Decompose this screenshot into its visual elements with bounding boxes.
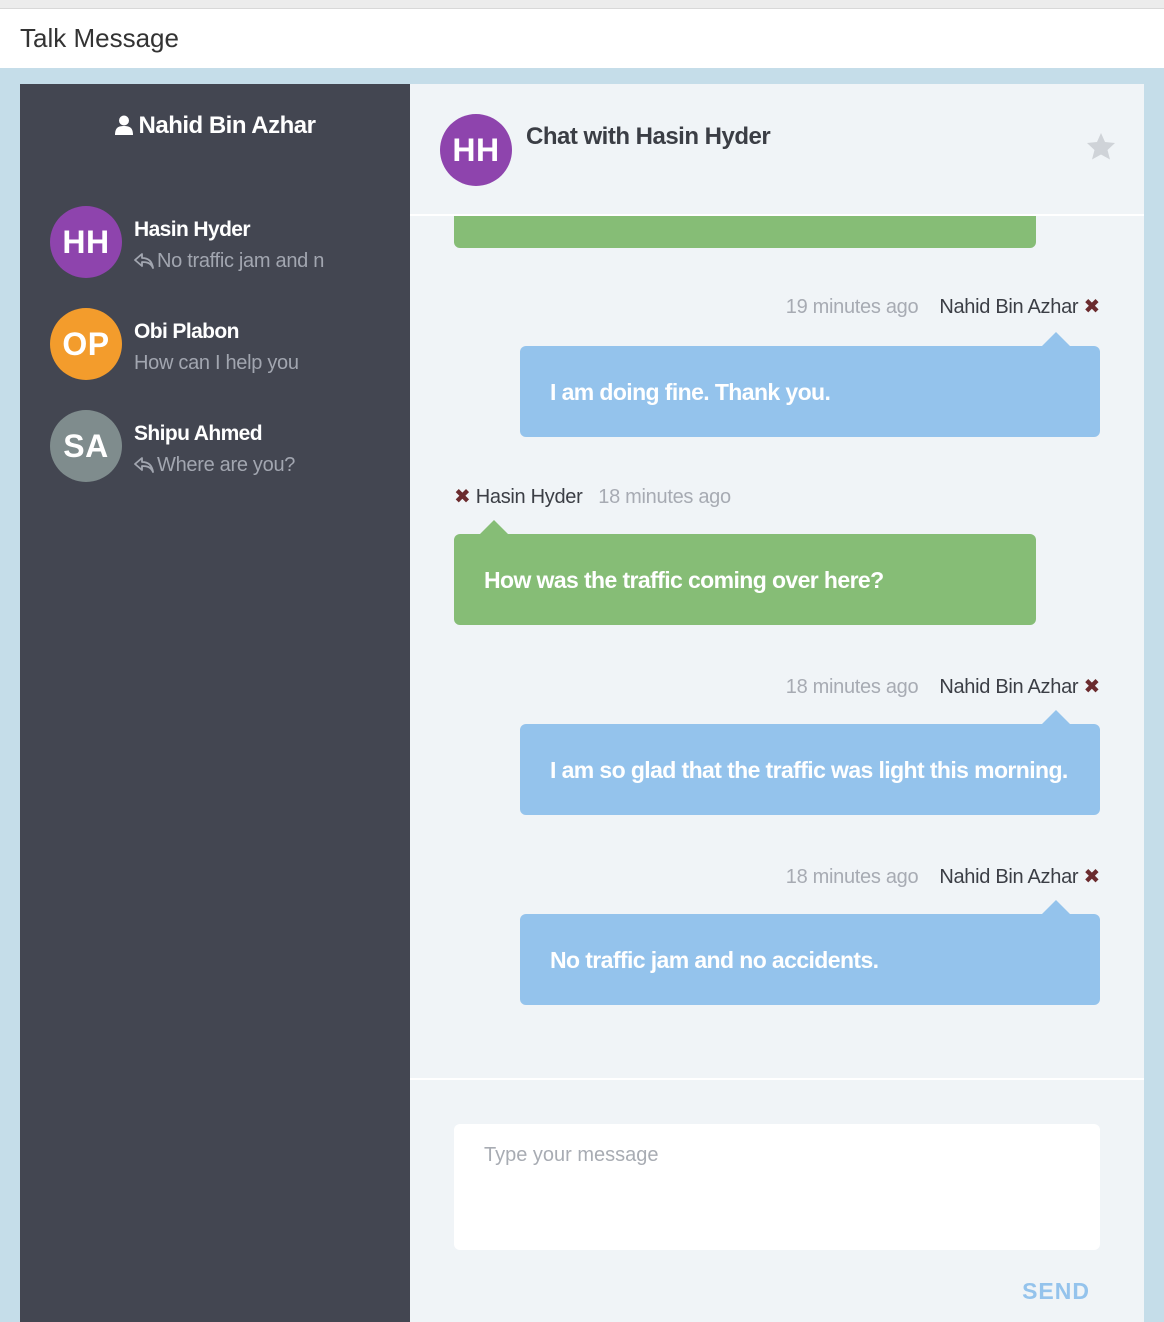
chat-panel: HH Chat with Hasin Hyder 19 minutes ago …	[410, 84, 1144, 1322]
message-meta: ✖ Hasin Hyder 18 minutes ago	[454, 484, 731, 509]
contact-preview-text: Where are you?	[157, 454, 296, 476]
app-header: Talk Message	[0, 9, 1164, 68]
message-meta: 19 minutes ago Nahid Bin Azhar ✖	[785, 294, 1101, 319]
contact-item-hasin-hyder[interactable]: HH Hasin Hyder No traffic jam and n	[50, 206, 390, 280]
current-user-name: Nahid Bin Azhar	[138, 112, 316, 139]
contacts-sidebar: Nahid Bin Azhar HH Hasin Hyder No traffi…	[20, 84, 410, 1322]
message-bubble-partial	[454, 216, 1036, 248]
message-text: I am doing fine. Thank you.	[550, 379, 831, 405]
message-text: I am so glad that the traffic was light …	[550, 757, 1068, 783]
message-sender: Nahid Bin Azhar	[939, 296, 1079, 318]
message-composer: SEND	[410, 1078, 1144, 1322]
message-time: 18 minutes ago	[598, 486, 731, 508]
reply-icon	[134, 253, 154, 269]
contact-preview: Where are you?	[134, 454, 394, 477]
delete-icon[interactable]: ✖	[1084, 866, 1101, 888]
message-sender: Hasin Hyder	[475, 486, 583, 508]
message-meta: 18 minutes ago Nahid Bin Azhar ✖	[785, 864, 1101, 889]
chat-header: HH Chat with Hasin Hyder	[410, 84, 1144, 216]
contact-preview: How can I help you	[134, 352, 394, 375]
contact-preview-text: No traffic jam and n	[157, 250, 325, 272]
send-button[interactable]: SEND	[1022, 1278, 1090, 1305]
browser-top-border	[0, 0, 1164, 9]
chat-title: Chat with Hasin Hyder	[526, 123, 771, 150]
contact-item-obi-plabon[interactable]: OP Obi Plabon How can I help you	[50, 308, 390, 382]
message-sender: Nahid Bin Azhar	[939, 676, 1079, 698]
delete-icon[interactable]: ✖	[1084, 296, 1101, 318]
delete-icon[interactable]: ✖	[1084, 676, 1101, 698]
avatar: OP	[50, 308, 122, 380]
message-bubble-outgoing: I am doing fine. Thank you.	[520, 332, 1100, 437]
message-bubble-outgoing: No traffic jam and no accidents.	[520, 900, 1100, 1005]
contact-name: Obi Plabon	[134, 320, 239, 343]
message-list[interactable]: 19 minutes ago Nahid Bin Azhar ✖ I am do…	[410, 216, 1144, 1078]
reply-icon	[134, 457, 154, 473]
contact-item-shipu-ahmed[interactable]: SA Shipu Ahmed Where are you?	[50, 410, 390, 484]
message-sender: Nahid Bin Azhar	[939, 866, 1079, 888]
message-input[interactable]	[454, 1124, 1100, 1250]
message-time: 18 minutes ago	[785, 866, 919, 888]
message-meta: 18 minutes ago Nahid Bin Azhar ✖	[785, 674, 1101, 699]
message-bubble-outgoing: I am so glad that the traffic was light …	[520, 710, 1100, 815]
message-text: How was the traffic coming over here?	[484, 567, 884, 593]
contact-preview: No traffic jam and n	[134, 250, 394, 273]
app-title: Talk Message	[20, 23, 179, 53]
delete-icon[interactable]: ✖	[454, 486, 471, 508]
avatar: SA	[50, 410, 122, 482]
message-time: 18 minutes ago	[785, 676, 919, 698]
current-user: Nahid Bin Azhar	[20, 112, 410, 140]
contact-name: Hasin Hyder	[134, 218, 251, 241]
message-bubble-incoming: How was the traffic coming over here?	[454, 520, 1036, 625]
avatar: HH	[50, 206, 122, 278]
user-icon	[114, 115, 133, 135]
contact-name: Shipu Ahmed	[134, 422, 263, 445]
message-time: 19 minutes ago	[785, 296, 919, 318]
contact-preview-text: How can I help you	[134, 352, 299, 374]
chat-avatar: HH	[440, 114, 512, 186]
star-icon[interactable]	[1086, 132, 1116, 160]
message-text: No traffic jam and no accidents.	[550, 947, 879, 973]
